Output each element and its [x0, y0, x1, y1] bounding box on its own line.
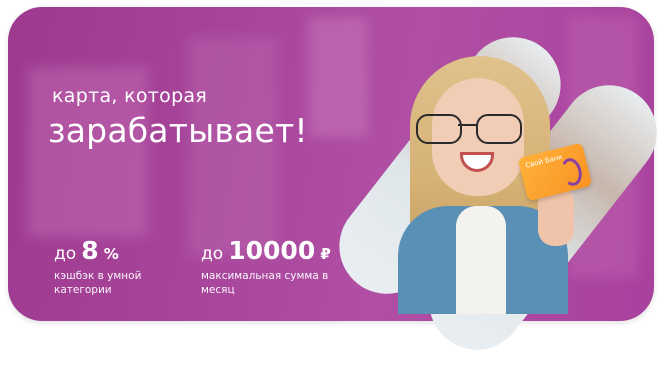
- stat-caption-line1: кэшбэк в умной: [54, 270, 142, 282]
- stat-unit: %: [103, 245, 119, 263]
- cashback-stat: до 8 % кэшбэк в умной категории: [54, 236, 174, 297]
- headline-subtitle: карта, которая: [52, 85, 208, 107]
- stat-caption-line2: месяц: [201, 284, 235, 296]
- stat-prefix: до: [54, 244, 77, 264]
- headline-title: зарабатывает!: [48, 111, 308, 150]
- card-logo-icon: [558, 156, 585, 189]
- card-brand-logo: Свой Банк: [524, 152, 564, 170]
- stat-value: 10000: [228, 236, 316, 265]
- stat-prefix: до: [201, 244, 224, 264]
- stat-caption-line2: категории: [54, 284, 112, 296]
- stat-value: 8: [81, 236, 99, 265]
- stat-caption-line1: максимальная сумма в: [201, 270, 329, 282]
- glasses-icon: [416, 114, 528, 144]
